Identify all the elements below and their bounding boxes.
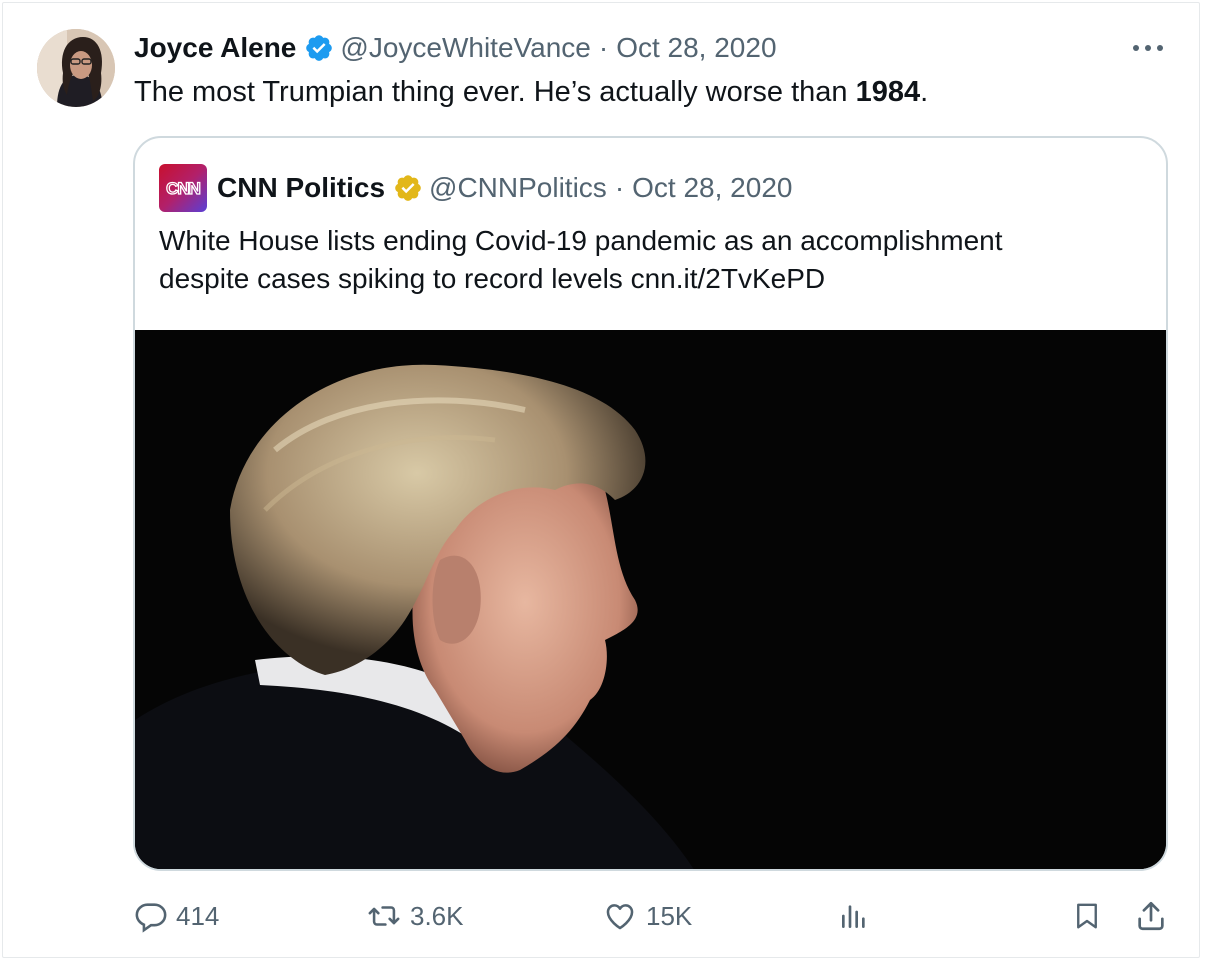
quoted-tweet[interactable]: CNN CNN Politics @CNNPolitics · Oct 28, … <box>133 136 1168 871</box>
retweet-count: 3.6K <box>410 900 464 931</box>
quoted-author-name[interactable]: CNN Politics <box>217 172 385 204</box>
verified-gold-badge-icon <box>393 173 423 203</box>
like-count: 15K <box>646 900 693 931</box>
quoted-text-line-1: White House lists ending Covid-19 pandem… <box>159 225 1003 256</box>
quoted-tweet-header: CNN CNN Politics @CNNPolitics · Oct 28, … <box>159 162 792 214</box>
quoted-text-line-2: despite cases spiking to record levels c… <box>159 263 826 294</box>
quoted-author-handle[interactable]: @CNNPolitics <box>429 172 607 204</box>
tweet-text: The most Trumpian thing ever. He’s actua… <box>134 73 928 111</box>
reply-count: 414 <box>176 900 220 931</box>
bookmark-button[interactable] <box>1072 896 1110 936</box>
tweet-date[interactable]: Oct 28, 2020 <box>616 32 776 64</box>
views-button[interactable] <box>838 896 878 936</box>
retweet-button[interactable]: 3.6K <box>366 896 464 936</box>
separator-dot: · <box>614 172 625 203</box>
author-name[interactable]: Joyce Alene <box>134 32 296 64</box>
cnn-logo-text: CNN <box>166 179 201 198</box>
quoted-tweet-text: White House lists ending Covid-19 pandem… <box>159 222 1149 298</box>
profile-photo-graphic <box>135 330 1166 869</box>
separator-dot: · <box>598 32 609 63</box>
reply-icon <box>135 903 167 933</box>
tweet-text-main: The most Trumpian thing ever. He’s actua… <box>134 76 856 108</box>
quoted-tweet-date[interactable]: Oct 28, 2020 <box>632 172 792 204</box>
tweet-actions: 414 3.6K 15K <box>0 888 1210 944</box>
tweet-header: Joyce Alene @JoyceWhiteVance · Oct 28, 2… <box>134 30 777 66</box>
author-handle[interactable]: @JoyceWhiteVance <box>340 32 590 64</box>
share-button[interactable] <box>1134 896 1176 936</box>
like-button[interactable]: 15K <box>602 896 692 936</box>
cnn-logo-avatar[interactable]: CNN <box>159 164 207 212</box>
tweet-text-bold: 1984 <box>855 76 921 108</box>
more-horizontal-icon[interactable] <box>1130 33 1166 63</box>
heart-icon <box>606 904 634 930</box>
retweet-icon <box>368 906 400 926</box>
verified-badge-icon <box>304 33 334 63</box>
bookmark-icon <box>1077 903 1097 929</box>
reply-button[interactable]: 414 <box>134 896 219 936</box>
quoted-tweet-image[interactable] <box>135 330 1166 869</box>
analytics-icon <box>842 905 865 928</box>
share-icon <box>1138 901 1164 931</box>
tweet-text-end: . <box>920 76 929 108</box>
avatar-photo <box>37 29 115 107</box>
avatar[interactable] <box>37 29 115 107</box>
